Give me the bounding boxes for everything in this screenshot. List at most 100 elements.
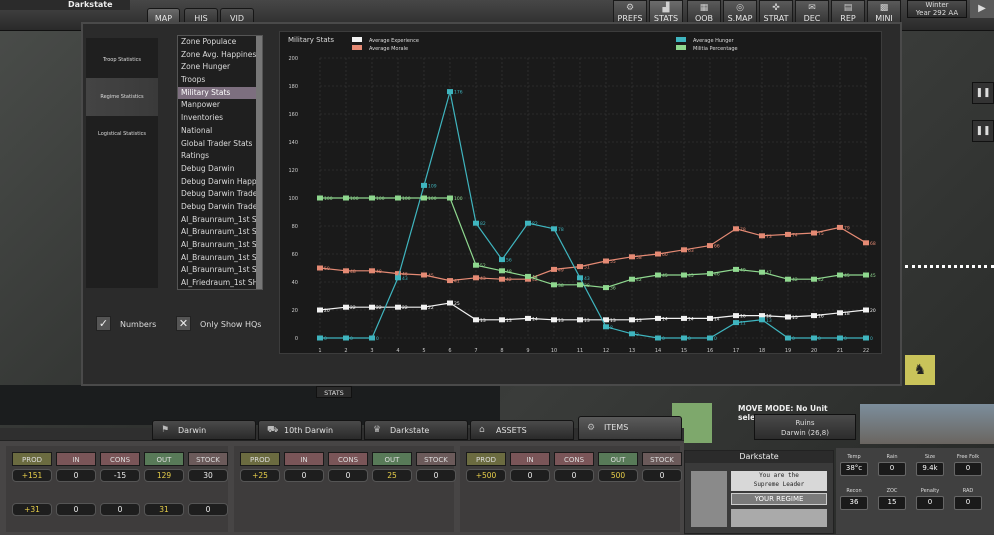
data-point [733,266,739,272]
data-point [863,335,869,341]
hex-stat-value: 0 [954,462,982,476]
stat-list-item[interactable]: National [178,125,262,138]
data-point [759,269,765,275]
data-point [343,195,349,201]
data-point [733,313,739,319]
data-point [499,317,505,323]
stat-list-item[interactable]: Debug Darwin Trade [178,188,262,201]
stat-list-item[interactable]: Zone Hunger [178,61,262,74]
stat-list-item[interactable]: Debug Darwin [178,163,262,176]
data-label: 16 [818,314,824,320]
data-point [525,273,531,279]
resource-cell: 0 [416,469,456,482]
stat-list[interactable]: Zone Populace Zone Avg. Happiness Zone Hun… [177,35,263,290]
data-label: 13 [584,318,590,324]
resource-cell: 0 [554,469,594,482]
resource-header: STOCK [642,452,682,466]
building-icon: ⌂ [479,425,485,435]
unit-counter-icon[interactable]: ♞ [905,355,935,385]
data-label: 43 [480,276,486,282]
legend-swatch [676,45,686,50]
data-label: 14 [532,316,538,322]
next-turn-button[interactable]: ▶ [970,0,994,18]
data-label: 63 [688,248,694,254]
your-regime-button[interactable]: YOUR REGIME [731,493,827,505]
stat-list-item[interactable]: Global Trader Stats [178,138,262,151]
stat-list-item[interactable]: AI_Friedraum_1st SHQ [178,277,262,289]
tab-assets[interactable]: ⌂ ASSETS [470,420,574,440]
data-label: 42 [506,277,512,283]
data-label: 0 [376,336,379,342]
tab-darwin[interactable]: ⚑ Darwin [152,420,256,440]
stat-list-item[interactable]: Debug Darwin Happy [178,176,262,189]
data-label: 100 [324,196,333,202]
data-point [447,89,453,95]
stat-list-item[interactable]: Ratings [178,150,262,163]
data-point [499,276,505,282]
move-mode-label: MOVE MODE: No Unit selected [738,404,828,422]
data-label: 66 [714,244,720,250]
data-label: 79 [844,225,850,231]
regime-statistics-tab[interactable]: Regime Statistics [86,78,158,116]
logistical-statistics-tab[interactable]: Logistical Statistics [86,115,158,153]
data-label: 13 [480,318,486,324]
chart-svg: Military Stats02040608010012014016018020… [288,36,876,354]
data-point [681,247,687,253]
x-tick-label: 2 [344,348,347,353]
data-point [317,265,323,271]
data-label: 58 [636,255,642,261]
hex-stat-label: Recon [846,488,862,494]
tab-darkstate[interactable]: ♛ Darkstate [364,420,468,440]
stats-tab-button[interactable]: STATS [316,386,352,398]
tab-unit[interactable]: ⛟10th Darwin Mobile.. [258,420,362,454]
data-point [369,335,375,341]
hex-stat-value: 15 [878,496,906,510]
data-point [499,268,505,274]
chart-title: Military Stats [288,36,334,44]
play-icon: ▶ [978,3,986,14]
regime-description: You are the Supreme Leader [731,471,827,491]
hex-stat-value: 36 [840,496,868,510]
data-label: 22 [428,305,434,311]
data-point [473,220,479,226]
legend-label: Average Experience [369,38,419,44]
tab-items[interactable]: ⚙ ITEMS [578,416,682,440]
side-pause-icon[interactable]: ❚❚ [972,82,994,104]
stat-list-item[interactable]: Military Stats [178,86,262,100]
stat-list-item[interactable]: AI_Braunraum_1st SHQ [178,264,262,277]
side-pause-icon-2[interactable]: ❚❚ [972,120,994,142]
y-tick-label: 80 [292,224,298,230]
data-label: 51 [584,265,590,271]
stat-list-item[interactable]: Manpower [178,99,262,112]
x-tick-label: 1 [318,348,321,353]
data-point [655,272,661,278]
stat-list-item[interactable]: AI_Braunraum_1st SHQ [178,226,262,239]
data-label: 45 [662,273,668,279]
data-point [551,317,557,323]
hex-stat: Temp 38°c [840,454,868,476]
resource-cell: 31 [144,503,184,516]
troop-statistics-tab[interactable]: Troop Statistics [86,41,158,79]
stat-list-item[interactable]: Troops [178,74,262,87]
hex-stat-label: ZOC [886,488,898,494]
numbers-checkbox[interactable]: ✓ [96,316,111,331]
stat-list-item[interactable]: Zone Populace [178,36,262,49]
stat-list-item[interactable]: Inventories [178,112,262,125]
hex-stat-label: Penalty [920,488,940,494]
data-point [369,304,375,310]
stat-list-item[interactable]: AI_Braunraum_1st SHQ [178,239,262,252]
resource-cell: 0 [328,469,368,482]
data-label: 44 [532,274,538,280]
stat-list-item[interactable]: AI_Braunraum_1st SHQ [178,252,262,265]
data-label: 11 [740,321,746,327]
stat-list-item[interactable]: Zone Avg. Happiness [178,49,262,62]
data-label: 46 [714,272,720,278]
stat-list-scrollbar[interactable] [256,36,262,289]
stat-list-item[interactable]: AI_Braunraum_1st SHQ [178,214,262,227]
stat-list-item[interactable]: Debug Darwin Trade Pr [178,201,262,214]
data-label: 49 [740,267,746,273]
legend-swatch [352,45,362,50]
data-label: 100 [428,196,437,202]
only-hq-checkbox[interactable]: ✕ [176,316,191,331]
data-label: 48 [350,269,356,275]
